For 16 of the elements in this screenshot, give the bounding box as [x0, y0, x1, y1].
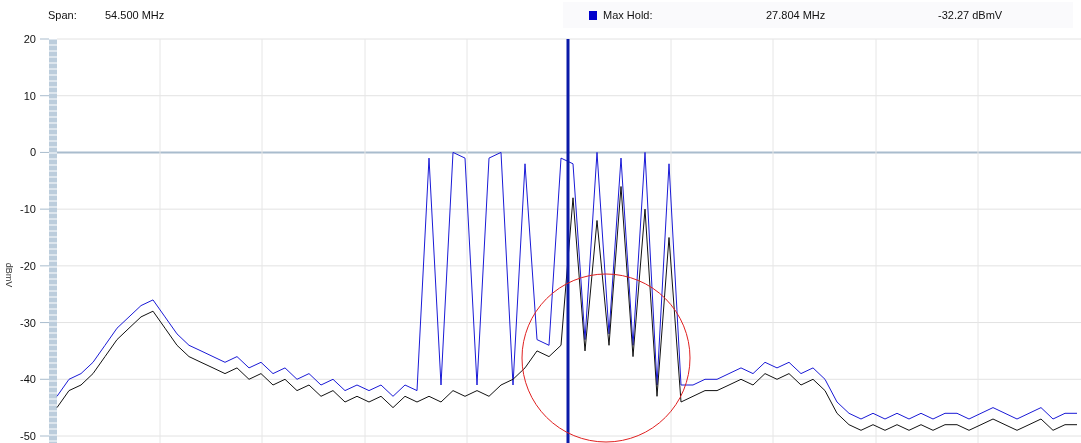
marker-frequency: 27.804 MHz [766, 9, 827, 21]
marker-label: Max Hold: [603, 9, 654, 21]
y-tick-label: -40 [20, 373, 36, 386]
marker-level: -32.27 dBmV [938, 9, 1003, 21]
y-tick-label: -30 [20, 316, 36, 329]
y-tick-label: -10 [20, 203, 36, 216]
span-value: 54.500 MHz [105, 9, 166, 21]
legend-swatch-icon [589, 10, 597, 20]
y-axis-label: dBmV [4, 262, 14, 288]
y-tick-label: 10 [23, 89, 36, 102]
y-tick-label: 20 [23, 33, 36, 45]
span-label: Span: [48, 9, 78, 21]
marker-line[interactable] [566, 39, 570, 443]
y-tick-label: 0 [29, 146, 36, 159]
y-tick-label: -50 [20, 430, 36, 442]
y-tick-label: -20 [20, 259, 36, 272]
